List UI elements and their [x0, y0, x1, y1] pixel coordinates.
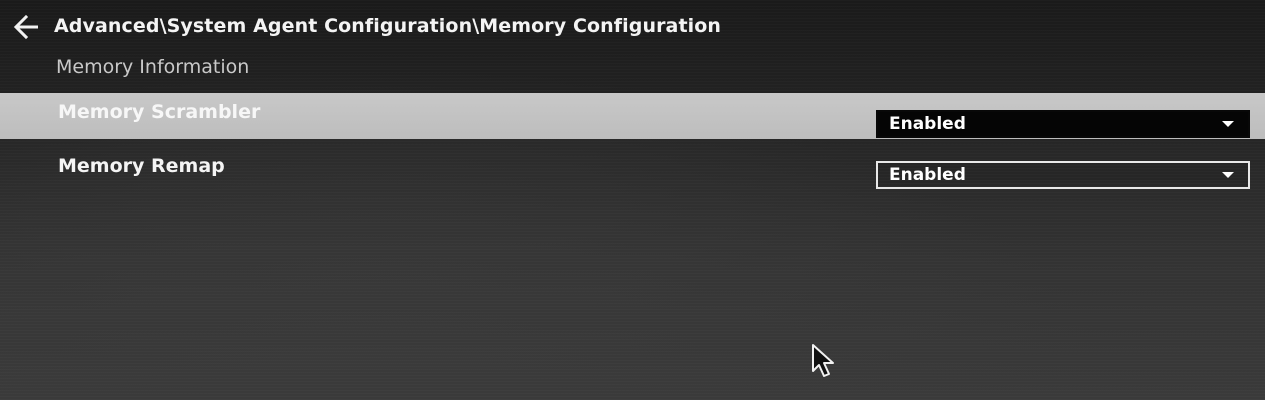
breadcrumb-bar: Advanced\System Agent Configuration\Memo… [0, 8, 1265, 52]
memory-remap-label: Memory Remap [58, 155, 225, 177]
chevron-down-icon [1222, 121, 1234, 127]
setting-row-memory-scrambler[interactable]: Memory Scrambler Enabled [0, 93, 1265, 139]
memory-scrambler-label: Memory Scrambler [58, 101, 261, 123]
breadcrumb: Advanced\System Agent Configuration\Memo… [54, 15, 722, 37]
memory-scrambler-dropdown[interactable]: Enabled [876, 110, 1250, 138]
memory-information-item[interactable]: Memory Information [56, 56, 249, 78]
memory-scrambler-value: Enabled [889, 114, 966, 134]
chevron-down-icon [1222, 172, 1234, 178]
arrow-left-icon[interactable] [10, 12, 40, 42]
setting-row-memory-remap[interactable]: Memory Remap Enabled [0, 148, 1265, 194]
memory-remap-dropdown[interactable]: Enabled [876, 161, 1250, 189]
memory-remap-value: Enabled [889, 165, 966, 185]
mouse-pointer-icon [811, 343, 839, 379]
